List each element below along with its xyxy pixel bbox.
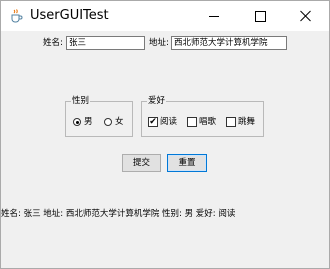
radio-unselected-icon [104,118,112,126]
window-title: UserGUITest [30,8,109,23]
checkbox-unchecked-icon [187,117,197,127]
address-field[interactable]: 西北师范大学计算机学院 [171,36,287,50]
name-field[interactable]: 张三 [66,36,145,50]
close-button[interactable] [283,1,329,31]
hobby-group-title: 爱好 [147,95,167,107]
close-icon [300,10,311,22]
gender-option-label: 男 [84,117,93,127]
hobby-option-label: 跳舞 [238,117,256,127]
maximize-icon [255,11,266,22]
checkbox-checked-icon: ✔ [148,117,158,127]
checkbox-unchecked-icon [226,117,236,127]
hobby-option-label: 唱歌 [199,117,217,127]
java-cup-icon [11,9,23,23]
address-label: 地址: [149,38,169,48]
title-bar[interactable]: UserGUITest [1,1,329,31]
gender-option-label: 女 [115,117,124,127]
minimize-button[interactable] [191,1,237,31]
maximize-button[interactable] [237,1,283,31]
hobby-option-label: 阅读 [160,117,178,127]
radio-selected-icon [73,118,81,126]
status-text: 姓名: 张三 地址: 西北师范大学计算机学院 性别: 男 爱好: 阅读 [1,209,236,219]
reset-button[interactable]: 重置 [167,154,207,172]
content-pane: 姓名: 张三 地址: 西北师范大学计算机学院 性别 男 女 爱好 ✔ 阅读 唱歌 [1,31,329,207]
gender-group-title: 性别 [71,95,91,107]
hobby-group: 爱好 ✔ 阅读 唱歌 跳舞 [141,95,264,137]
submit-button[interactable]: 提交 [122,154,161,172]
gender-group: 性别 男 女 [65,95,133,137]
name-label: 姓名: [43,38,63,48]
app-window: UserGUITest 姓名: 张三 地址: 西北师范大学计算机学院 性别 男 … [0,0,330,269]
minimize-icon [209,16,219,17]
